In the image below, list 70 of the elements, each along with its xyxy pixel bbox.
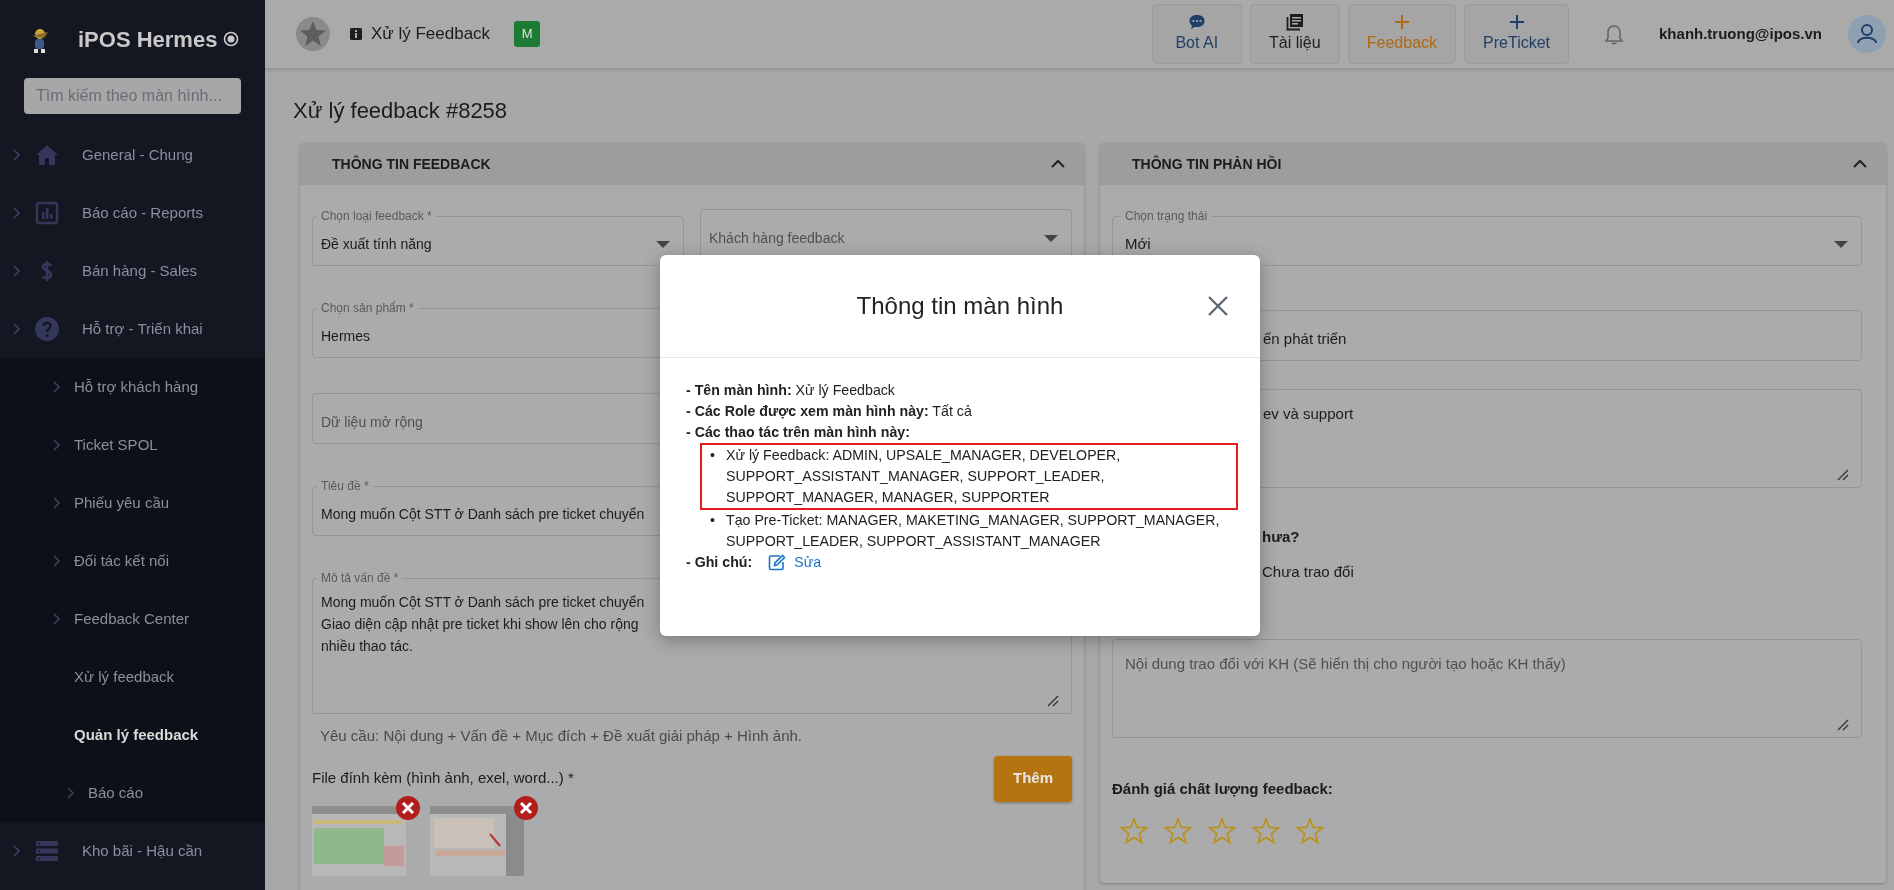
caret-icon[interactable] [655, 239, 671, 249]
resize-grip-icon[interactable] [1837, 469, 1849, 481]
help-icon [34, 316, 60, 342]
add-button[interactable]: Thêm [994, 755, 1072, 802]
sidebar-item[interactable]: Báo cáo - Reports [0, 184, 265, 242]
collapse-icon[interactable] [1050, 158, 1066, 170]
info-icon[interactable] [349, 27, 363, 41]
sidebar-item[interactable]: Đối tác kết nối [0, 532, 265, 590]
card-title: THÔNG TIN PHẢN HỒI [1132, 154, 1282, 174]
sidebar-item[interactable]: Hỗ trợ khách hàng [0, 358, 265, 416]
resize-grip-icon[interactable] [1047, 695, 1059, 707]
star-icon[interactable] [1208, 816, 1236, 845]
option-label: Chưa trao đổi [1262, 561, 1354, 582]
sidebar-item[interactable]: Kho bãi - Hậu cần [0, 822, 265, 880]
bell-icon[interactable] [1603, 23, 1626, 45]
caret-icon[interactable] [1043, 233, 1059, 243]
sidebar-item[interactable]: Feedback Center [0, 590, 265, 648]
card-title: THÔNG TIN FEEDBACK [332, 154, 491, 174]
star-icon[interactable] [1120, 816, 1148, 845]
collapse-icon[interactable] [1852, 158, 1868, 170]
toolbar-button[interactable]: Bot AI [1151, 4, 1242, 64]
book-icon [1285, 13, 1304, 31]
info-label: - Các thao tác trên màn hình này: [686, 423, 911, 442]
list-item-text: Tạo Pre-Ticket: MANAGER, MAKETING_MANAGER, SUPPORT_MANAGER, SUPPORT_LEADER, SUPPORT_ASSISTANT_MANAGER [726, 511, 1221, 551]
sidebar-item[interactable]: General - Chung [0, 126, 265, 184]
user-email: khanh.truong@ipos.vn [1659, 23, 1822, 44]
avatar-icon[interactable] [1848, 15, 1886, 53]
close-button[interactable] [1206, 293, 1230, 317]
sidebar-item[interactable]: Hỗ trợ - Triển khai [0, 300, 265, 358]
star-icon[interactable] [1252, 816, 1280, 845]
sidebar-item[interactable]: Phiếu yêu cầu [0, 474, 265, 532]
home-icon [34, 142, 60, 168]
remove-icon[interactable] [514, 795, 538, 820]
plus-icon [1507, 13, 1526, 31]
caret-icon[interactable] [1833, 239, 1849, 249]
sidebar-item[interactable]: Bán hàng - Sales [0, 242, 265, 300]
bullet: • [709, 446, 716, 465]
bullet: • [709, 511, 716, 530]
dialog-title: Thông tin màn hình [856, 291, 1064, 321]
star-logo-icon[interactable] [295, 16, 331, 52]
hint-text: Yêu cầu: Nội dung + Vấn đề + Mục đích + Đề xuất giải pháp + Hình ảnh. [319, 726, 803, 746]
sidebar-item[interactable]: Báo cáo [0, 764, 265, 822]
brand-name: iPOS Hermes [78, 25, 219, 54]
chat-icon [1187, 13, 1206, 31]
star-icon[interactable] [1296, 816, 1324, 845]
edit-icon [768, 554, 787, 571]
text-area[interactable]: Nội dung trao đổi với KH (Sẽ hiển thị cho người tạo hoặc KH thấy) [1112, 639, 1862, 738]
list-icon [34, 838, 60, 864]
toolbar-button[interactable]: Tài liệu [1249, 4, 1340, 64]
info-line: - Tên màn hình: Xử lý Feedback [686, 381, 896, 400]
question-text: hưa? [1262, 527, 1300, 547]
close-icon [1206, 293, 1230, 318]
sidebar-item[interactable]: Ticket SPOL [0, 416, 265, 474]
toolbar-button[interactable]: PreTicket [1464, 4, 1570, 64]
attachment-label: File đính kèm (hình ảnh, exel, word...) * [312, 768, 574, 789]
page-title: Xử lý feedback #8258 [292, 97, 509, 125]
star-icon[interactable] [1164, 816, 1192, 845]
edit-link[interactable]: Sửa [768, 552, 822, 573]
page-name: Xử lý Feedback [371, 23, 491, 46]
info-label: - Ghi chú: [686, 553, 753, 572]
rating-label: Đánh giá chất lượng feedback: [1112, 779, 1334, 799]
sidebar-item[interactable]: Quản lý feedback [0, 706, 265, 764]
info-line: - Các Role được xem màn hình này: Tất cả [686, 402, 973, 421]
remove-icon[interactable] [396, 795, 420, 820]
role-badge: M [514, 21, 541, 47]
resize-grip-icon[interactable] [1837, 719, 1849, 731]
radio-icon[interactable] [223, 31, 239, 47]
plus-icon [1392, 13, 1411, 31]
sidebar-item[interactable]: Xử lý feedback [0, 648, 265, 706]
chart-icon [34, 200, 60, 226]
